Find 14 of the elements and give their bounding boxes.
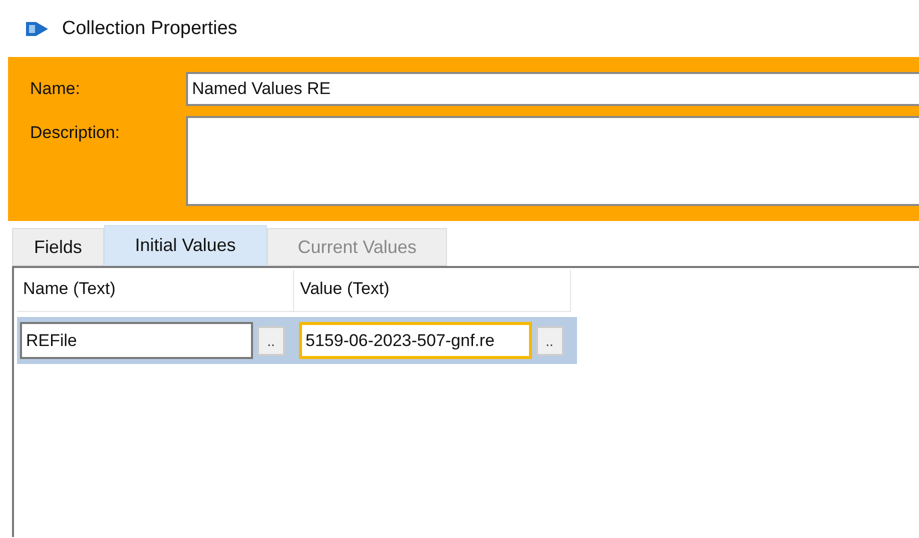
column-header: Value (Text) [294,270,571,312]
field-label: Description: [29,122,121,144]
tab[interactable]: Initial Values [104,225,267,266]
cell-input[interactable]: REFile [20,322,253,359]
browse-button[interactable]: .. [536,326,564,356]
column-header: Name (Text) [17,270,294,312]
field-label: Name: [29,78,82,100]
description-field[interactable] [186,116,919,206]
browse-button[interactable]: .. [257,326,285,356]
tab[interactable]: Fields [12,228,104,266]
table-row[interactable]: REFile .. 5159-06-2023-507-gnf.re .. [17,317,577,364]
cell-input[interactable]: 5159-06-2023-507-gnf.re [298,322,532,359]
window-title: Collection Properties [62,18,238,40]
name-field[interactable]: Named Values RE [186,72,919,106]
